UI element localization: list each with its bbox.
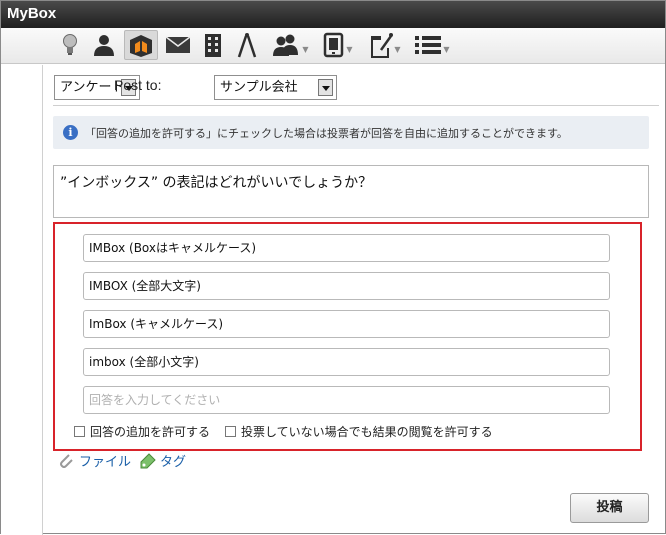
group-icon[interactable]: ▼ — [269, 30, 311, 60]
divider — [53, 105, 659, 106]
checkbox-box[interactable] — [74, 426, 85, 437]
box-icon[interactable] — [124, 30, 158, 60]
question-textarea[interactable]: ”インボックス” の表記はどれがいいでしょうか？ — [53, 165, 649, 218]
tag-icon — [140, 452, 156, 468]
chevron-down-icon: ▼ — [302, 44, 309, 54]
post-to-value: サンプル会社 — [220, 80, 298, 95]
list-icon[interactable]: ▼ — [411, 30, 453, 60]
submit-button[interactable]: 投稿 — [570, 493, 649, 523]
answer-field-2[interactable]: IMBOX (全部大文字) — [83, 272, 610, 300]
lightbulb-icon[interactable] — [59, 30, 81, 60]
file-link[interactable]: ファイル — [57, 451, 131, 470]
app-title: MyBox — [7, 5, 57, 22]
paperclip-icon — [60, 453, 73, 468]
dropdown-arrow-icon — [318, 79, 333, 96]
file-link-label: ファイル — [79, 455, 132, 470]
allow-add-checkbox[interactable]: 回答の追加を許可する — [74, 423, 210, 440]
allow-view-checkbox[interactable]: 投票していない場合でも結果の閲覧を許可する — [225, 423, 493, 440]
phone-icon[interactable]: ▼ — [319, 30, 357, 60]
building-icon[interactable] — [201, 30, 225, 60]
info-icon: i — [63, 125, 78, 140]
answer-field-4[interactable]: imbox (全部小文字) — [83, 348, 610, 376]
answer-field-3[interactable]: ImBox (キャメルケース) — [83, 310, 610, 338]
allow-view-label: 投票していない場合でも結果の閲覧を許可する — [241, 425, 493, 439]
attachment-links: ファイル タグ — [57, 451, 194, 470]
left-pane — [1, 65, 43, 535]
tag-link[interactable]: タグ — [139, 451, 186, 470]
tag-link-label: タグ — [160, 455, 187, 470]
answer-field-1[interactable]: IMBox (Boxはキャメルケース) — [83, 234, 610, 262]
compass-icon[interactable] — [235, 30, 259, 60]
post-to-label: Post to: — [114, 77, 162, 93]
allow-add-label: 回答の追加を許可する — [90, 425, 211, 439]
answer-field-new[interactable]: 回答を入力してください — [83, 386, 610, 414]
chevron-down-icon: ▼ — [346, 44, 353, 54]
info-message: i 「回答の追加を許可する」にチェックした場合は投票者が回答を自由に追加すること… — [53, 116, 649, 149]
chevron-down-icon: ▼ — [394, 44, 401, 54]
title-bar: MyBox — [1, 1, 665, 28]
checkbox-box[interactable] — [225, 426, 236, 437]
app-window: MyBox ▼ ▼ ▼ ▼ アンケート Post to: サンプル会社 i 「回… — [0, 0, 666, 535]
mail-icon[interactable] — [164, 30, 192, 60]
user-icon[interactable] — [91, 30, 117, 60]
toolbar: ▼ ▼ ▼ ▼ — [1, 28, 665, 64]
post-to-select[interactable]: サンプル会社 — [214, 75, 337, 100]
info-text: 「回答の追加を許可する」にチェックした場合は投票者が回答を自由に追加することがで… — [85, 126, 568, 140]
chevron-down-icon: ▼ — [443, 44, 450, 54]
edit-pin-icon[interactable]: ▼ — [365, 30, 405, 60]
